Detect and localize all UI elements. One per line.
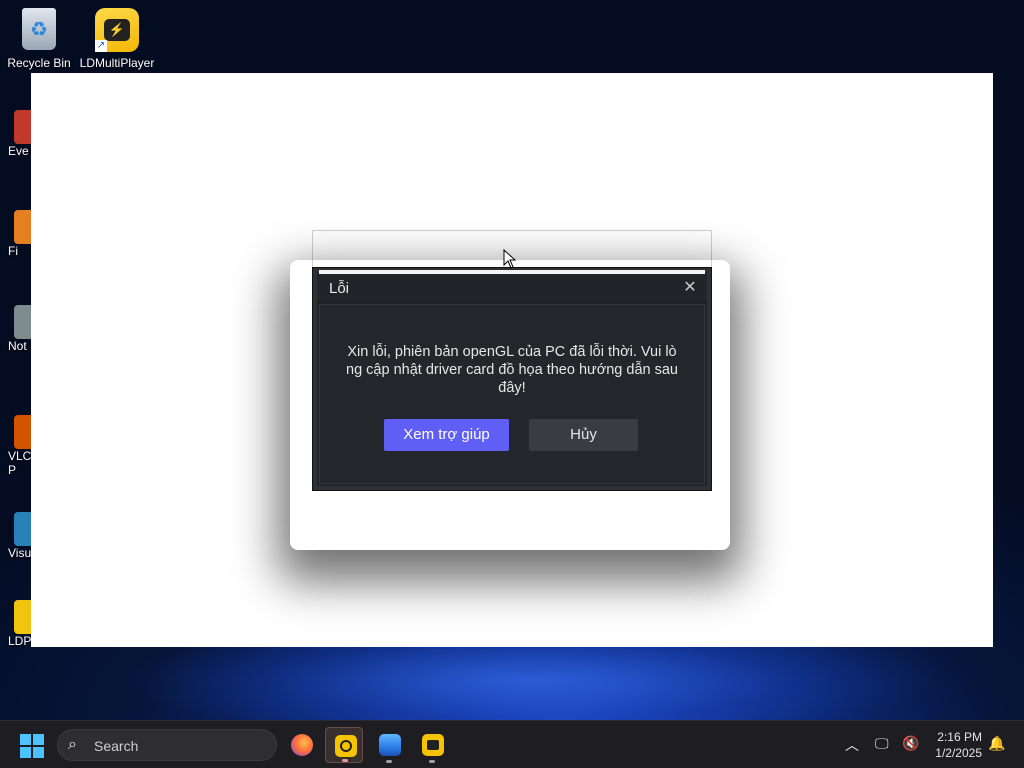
network-icon[interactable]: 🖵 bbox=[875, 735, 889, 752]
dialog-message: Xin lỗi, phiên bản openGL của PC đã lỗi … bbox=[346, 344, 678, 396]
taskbar-app-firefox[interactable] bbox=[282, 727, 320, 763]
notification-bell-icon[interactable]: 🔔 bbox=[988, 735, 1005, 752]
desktop-icon-label: Eve bbox=[8, 144, 29, 158]
taskbar-app-photos[interactable] bbox=[370, 727, 408, 763]
desktop-icon-partial[interactable]: VLC P bbox=[0, 415, 38, 477]
ldmultiplayer-icon bbox=[422, 734, 444, 756]
volume-muted-icon[interactable]: 🔇 bbox=[902, 735, 919, 752]
desktop-icon-ldmultiplayer[interactable]: ⚡ ↗ LDMultiPlayer bbox=[72, 8, 162, 70]
dialog-title: Lỗi bbox=[329, 280, 350, 297]
desktop-icon-label: Not bbox=[8, 339, 27, 353]
search-placeholder: Search bbox=[94, 738, 139, 754]
taskbar-app-ldmultiplayer[interactable] bbox=[413, 727, 451, 763]
ldmultiplayer-icon: ⚡ ↗ bbox=[95, 8, 139, 52]
shortcut-arrow-icon: ↗ bbox=[95, 40, 107, 52]
desktop-icon-label: LDP bbox=[8, 634, 32, 648]
dialog-body: Xin lỗi, phiên bản openGL của PC đã lỗi … bbox=[319, 304, 705, 484]
firefox-icon bbox=[291, 734, 313, 756]
search-icon: ⌕ bbox=[68, 736, 77, 753]
view-help-button[interactable]: Xem trợ giúp bbox=[384, 419, 509, 451]
error-dialog: Lỗi ✕ Xin lỗi, phiên bản openGL của PC đ… bbox=[313, 268, 711, 490]
close-icon[interactable]: ✕ bbox=[679, 277, 701, 299]
running-indicator bbox=[342, 759, 348, 762]
photos-icon bbox=[379, 734, 401, 756]
mouse-cursor-icon bbox=[503, 249, 517, 269]
taskbar: ⌕ Search ︿ 🖵 🔇 2:16 PM 1/2/2025 🔔 bbox=[0, 720, 1024, 768]
clock-time: 2:16 PM bbox=[937, 730, 982, 744]
desktop-icon-partial[interactable]: Eve bbox=[0, 110, 38, 158]
taskbar-app-ldplayer[interactable] bbox=[325, 727, 363, 763]
desktop-icon-label: Fi bbox=[8, 244, 18, 258]
ldplayer-icon bbox=[335, 735, 357, 757]
divider bbox=[317, 302, 707, 303]
clock[interactable]: 2:16 PM 1/2/2025 bbox=[935, 729, 982, 761]
clock-date: 1/2/2025 bbox=[935, 746, 982, 760]
desktop-icon-partial[interactable]: Visu bbox=[0, 512, 38, 560]
recycle-bin-icon: ♻ bbox=[17, 8, 61, 52]
desktop-icon-partial[interactable]: Fi bbox=[0, 210, 38, 258]
running-indicator bbox=[429, 760, 435, 763]
desktop-icon-label: Visu bbox=[8, 546, 32, 560]
desktop-icon-label: P bbox=[8, 463, 17, 477]
windows-start-icon[interactable] bbox=[20, 734, 44, 758]
dialog-top-border bbox=[319, 270, 705, 274]
cancel-button[interactable]: Hủy bbox=[529, 419, 638, 451]
desktop-icon-partial[interactable]: Not bbox=[0, 305, 38, 353]
desktop-icon-label: LDMultiPlayer bbox=[79, 56, 155, 70]
desktop-icon-partial[interactable]: LDP bbox=[0, 600, 38, 648]
running-indicator bbox=[386, 760, 392, 763]
chevron-up-icon[interactable]: ︿ bbox=[845, 735, 859, 755]
taskbar-search[interactable]: ⌕ Search bbox=[57, 729, 277, 761]
desktop-icon-label: VLC bbox=[8, 449, 32, 463]
